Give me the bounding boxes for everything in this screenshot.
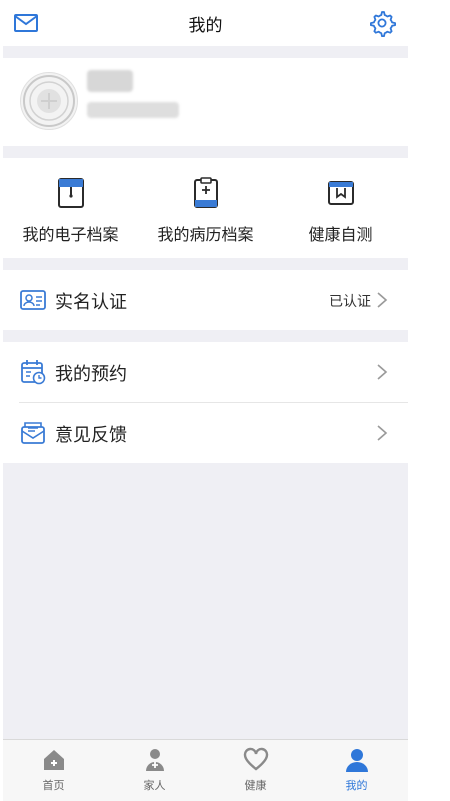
menu-item-feedback[interactable]: 意见反馈 (3, 403, 408, 463)
seal-emblem-icon (23, 75, 75, 127)
profile-phone: ███████████ (87, 102, 179, 118)
tab-health[interactable]: 健康 (205, 740, 306, 801)
family-doctor-icon (146, 749, 164, 771)
gear-icon[interactable] (368, 9, 396, 37)
home-icon (44, 750, 64, 770)
bookmark-card-icon (328, 181, 354, 205)
shortcut-label: 健康自测 (308, 225, 373, 244)
app-screen: 我的 ██ ███████████ 我的电子档案 (3, 0, 408, 801)
menu-list: 我的预约 意见反馈 (3, 342, 408, 463)
person-icon (346, 749, 368, 772)
document-folder-icon (58, 178, 84, 208)
profile-name: ██ (87, 70, 133, 92)
chevron-right-icon (377, 425, 388, 441)
tab-label: 首页 (42, 779, 65, 792)
menu-item-label: 意见反馈 (55, 425, 127, 446)
shortcut-label: 我的电子档案 (22, 225, 119, 244)
heart-icon (243, 747, 269, 771)
tab-label: 家人 (143, 779, 166, 792)
shortcut-health-self-test[interactable]: 健康自测 (273, 158, 408, 258)
menu-item-appointments[interactable]: 我的预约 (3, 342, 408, 402)
tab-mine[interactable]: 我的 (306, 740, 407, 801)
tab-home[interactable]: 首页 (3, 740, 104, 801)
shortcut-label: 我的病历档案 (157, 225, 254, 244)
tab-bar: 首页 家人 健康 我的 (3, 739, 408, 801)
certification-status: 已认证 (329, 294, 371, 310)
id-card-icon (20, 290, 46, 310)
page-title: 我的 (188, 16, 223, 36)
tab-label: 我的 (345, 779, 368, 792)
profile-card[interactable]: ██ ███████████ (3, 58, 408, 146)
shortcut-grid: 我的电子档案 我的病历档案 健康自测 (3, 158, 408, 258)
calendar-clock-icon (21, 360, 46, 385)
tab-family[interactable]: 家人 (104, 740, 205, 801)
clipboard-plus-icon (194, 177, 218, 208)
shortcut-electronic-record[interactable]: 我的电子档案 (3, 158, 138, 258)
shortcut-medical-record[interactable]: 我的病历档案 (138, 158, 273, 258)
chevron-right-icon (377, 292, 388, 308)
chevron-right-icon (377, 364, 388, 380)
navigation-bar: 我的 (3, 0, 408, 46)
menu-item-label: 我的预约 (55, 364, 127, 385)
certification-label: 实名认证 (55, 292, 127, 313)
feedback-envelope-icon (21, 422, 45, 444)
real-name-certification-row[interactable]: 实名认证 已认证 (3, 270, 408, 330)
tab-label: 健康 (244, 779, 267, 792)
avatar[interactable] (20, 72, 78, 130)
